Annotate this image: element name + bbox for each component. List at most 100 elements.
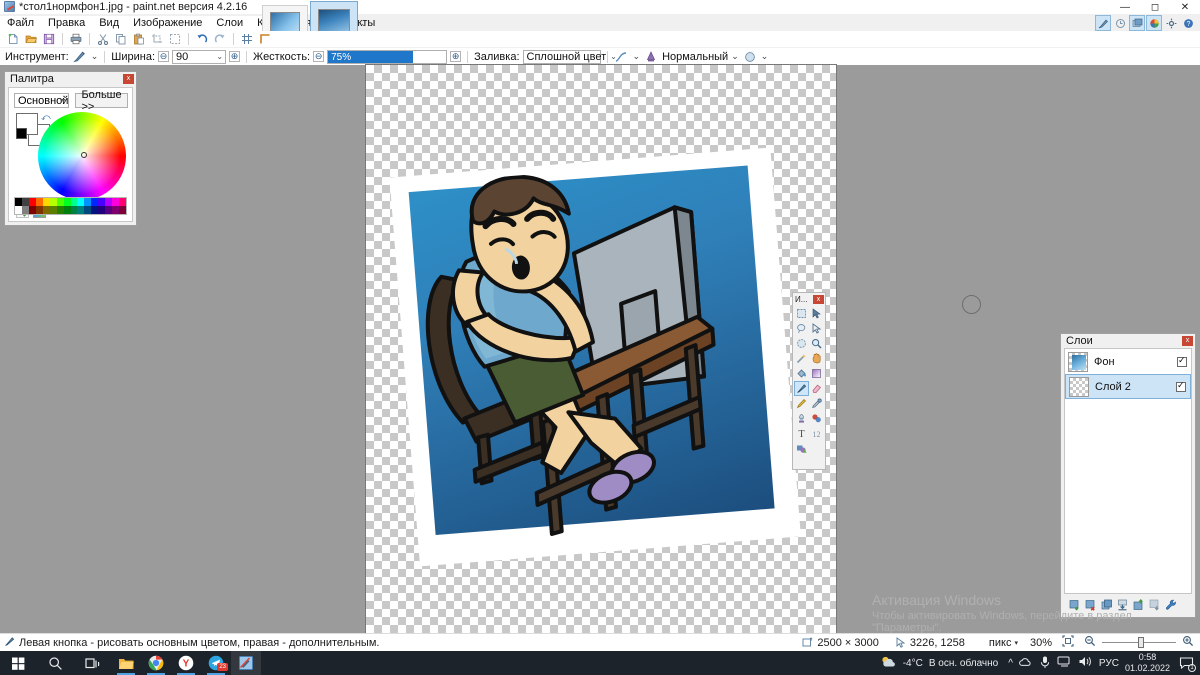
move-selection-tool[interactable] — [809, 321, 824, 336]
line-curve-tool[interactable]: 12 — [809, 426, 824, 441]
eraser-tool[interactable] — [809, 381, 824, 396]
print-icon[interactable] — [68, 32, 84, 47]
document-list-chevron-icon[interactable]: ⌄ — [360, 18, 368, 29]
tool-dropdown-caret-icon[interactable]: ⌄ — [91, 51, 99, 62]
layers-panel-toggle[interactable] — [1129, 15, 1145, 31]
task-view-icon[interactable] — [74, 651, 111, 675]
palette-window[interactable]: Палитра x Основной ▾ Больше >> ⤺ — [4, 71, 137, 226]
maximize-button[interactable]: ◻ — [1140, 0, 1170, 14]
width-decrease-button[interactable]: ⊖ — [158, 51, 170, 62]
blend-mode-icon[interactable] — [643, 50, 659, 64]
hardness-decrease-button[interactable]: ⊖ — [313, 51, 325, 62]
crop-icon[interactable] — [149, 32, 165, 47]
document-canvas[interactable] — [366, 65, 836, 633]
fill-dropdown[interactable]: Сплошной цвет ⌄ — [522, 49, 617, 64]
recolor-tool[interactable] — [809, 411, 824, 426]
cut-icon[interactable] — [95, 32, 111, 47]
undo-icon[interactable] — [194, 32, 210, 47]
menu-view[interactable]: Вид — [92, 16, 126, 31]
paint-bucket-tool[interactable] — [794, 366, 809, 381]
minimize-button[interactable]: — — [1110, 0, 1140, 14]
alpha-blending-icon[interactable] — [742, 50, 758, 64]
volume-tray-icon[interactable] — [1078, 655, 1093, 671]
units-caret-icon[interactable]: ▾ — [1014, 639, 1018, 647]
yandex-taskbar-icon[interactable]: Y — [171, 651, 201, 675]
blend-mode-caret-icon[interactable]: ⌄ — [731, 51, 739, 62]
search-icon[interactable] — [37, 651, 74, 675]
move-selected-tool[interactable] — [809, 306, 824, 321]
rectangle-select-tool[interactable] — [794, 306, 809, 321]
menu-file[interactable]: Файл — [0, 16, 41, 31]
colors-panel-toggle[interactable] — [1146, 15, 1162, 31]
palette-swatch-strip[interactable] — [14, 197, 127, 215]
history-panel-toggle[interactable] — [1112, 15, 1128, 31]
partly-cloudy-icon[interactable] — [880, 655, 897, 672]
zoom-out-icon[interactable] — [1084, 635, 1096, 650]
open-icon[interactable] — [23, 32, 39, 47]
palette-close-button[interactable]: x — [123, 74, 134, 84]
width-increase-button[interactable]: ⊕ — [229, 51, 241, 62]
menu-layers[interactable]: Слои — [209, 16, 250, 31]
paintbrush-tool[interactable] — [794, 381, 809, 396]
text-tool[interactable]: T — [794, 426, 809, 441]
telegram-taskbar-icon[interactable]: 23 — [201, 651, 231, 675]
deselect-icon[interactable] — [167, 32, 183, 47]
fit-to-window-icon[interactable] — [1062, 635, 1074, 650]
layers-window[interactable]: Слои x Фон Слой 2 — [1060, 333, 1196, 618]
new-icon[interactable] — [5, 32, 21, 47]
layer-row-layer2[interactable]: Слой 2 — [1065, 374, 1191, 399]
layer-visibility-checkbox-background[interactable] — [1177, 355, 1187, 367]
pan-tool[interactable] — [809, 351, 824, 366]
color-picker-tool[interactable] — [809, 396, 824, 411]
tools-palette-window[interactable]: И... x T 12 — [792, 292, 826, 470]
clone-stamp-tool[interactable] — [794, 411, 809, 426]
tools-panel-toggle[interactable] — [1095, 15, 1111, 31]
units-group[interactable]: пикс ▾ — [989, 637, 1018, 649]
palette-swatch-row-2[interactable] — [15, 206, 126, 214]
microphone-tray-icon[interactable] — [1039, 655, 1051, 672]
zoom-slider-knob[interactable] — [1138, 637, 1144, 648]
layers-list[interactable]: Фон Слой 2 — [1064, 348, 1192, 594]
palette-more-button[interactable]: Больше >> — [75, 89, 128, 113]
network-tray-icon[interactable] — [1057, 655, 1072, 671]
layer-visibility-checkbox-layer2[interactable] — [1176, 380, 1186, 392]
paintnet-taskbar-icon[interactable] — [231, 651, 261, 675]
magic-wand-tool[interactable] — [794, 351, 809, 366]
color-wheel-selector[interactable] — [81, 152, 87, 158]
start-button[interactable] — [0, 651, 37, 675]
redo-icon[interactable] — [212, 32, 228, 47]
onedrive-tray-icon[interactable] — [1019, 655, 1033, 672]
hardness-increase-button[interactable]: ⊕ — [450, 51, 462, 62]
ellipse-select-tool[interactable] — [794, 336, 809, 351]
tray-expand-chevron-icon[interactable]: ^ — [1008, 658, 1013, 669]
grid-icon[interactable] — [239, 32, 255, 47]
swap-colors-icon[interactable]: ⤺ — [41, 112, 51, 123]
width-input[interactable]: 90 ⌄ — [172, 49, 227, 64]
clock[interactable]: 0:58 01.02.2022 — [1125, 652, 1170, 674]
copy-icon[interactable] — [113, 32, 129, 47]
palette-mode-dropdown[interactable]: Основной ▾ — [14, 93, 70, 108]
antialiasing-caret-icon[interactable]: ⌄ — [633, 51, 641, 62]
menu-image[interactable]: Изображение — [126, 16, 209, 31]
explorer-taskbar-icon[interactable] — [111, 651, 141, 675]
tools-palette-close-button[interactable]: x — [813, 294, 824, 304]
save-icon[interactable] — [41, 32, 57, 47]
rulers-icon[interactable] — [257, 32, 273, 47]
lasso-select-tool[interactable] — [794, 321, 809, 336]
chrome-taskbar-icon[interactable] — [141, 651, 171, 675]
paintbrush-icon[interactable] — [72, 50, 88, 64]
menu-edit[interactable]: Правка — [41, 16, 92, 31]
pencil-tool[interactable] — [794, 396, 809, 411]
canvas-area[interactable]: И... x T 12 — [0, 65, 1200, 633]
close-button[interactable]: ✕ — [1170, 0, 1200, 14]
zoom-tool[interactable] — [809, 336, 824, 351]
settings-button[interactable] — [1163, 15, 1179, 31]
layer-row-background[interactable]: Фон — [1065, 349, 1191, 374]
gradient-tool[interactable] — [809, 366, 824, 381]
language-indicator[interactable]: РУС — [1099, 658, 1119, 669]
layers-close-button[interactable]: x — [1182, 335, 1193, 346]
notification-icon[interactable]: 1 — [1176, 653, 1196, 673]
paste-icon[interactable] — [131, 32, 147, 47]
zoom-in-icon[interactable] — [1182, 635, 1194, 650]
palette-swatch-row-1[interactable] — [15, 198, 126, 206]
